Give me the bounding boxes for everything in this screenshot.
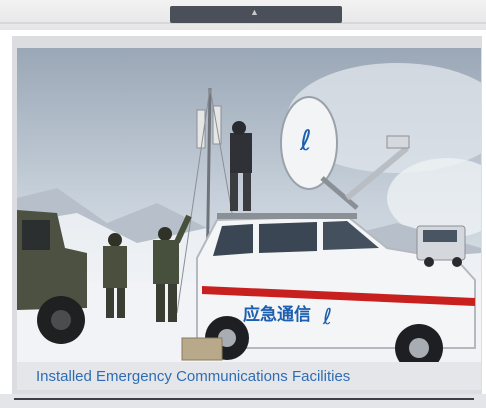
equipment-crate	[181, 337, 223, 361]
tab-glyph: ▲	[250, 7, 259, 17]
svg-text:ℓ: ℓ	[322, 305, 332, 330]
caption-bar: Installed Emergency Communications Facil…	[17, 362, 481, 390]
bottom-band	[0, 394, 486, 408]
svg-text:ℓ: ℓ	[299, 124, 312, 157]
emergency-site-illustration: ℓ 应急通信 ℓ	[17, 48, 481, 362]
figure-caption: Installed Emergency Communications Facil…	[36, 368, 351, 385]
top-tab-bar[interactable]: ▲	[170, 6, 342, 23]
figure-photo: ℓ 应急通信 ℓ	[17, 48, 481, 362]
vehicle-lettering: 应急通信	[243, 304, 311, 325]
bottom-divider-line	[14, 398, 474, 400]
